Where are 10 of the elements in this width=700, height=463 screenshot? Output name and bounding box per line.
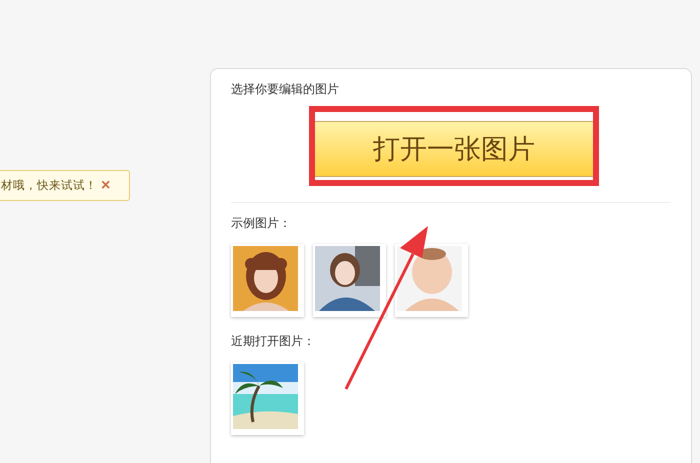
open-image-button[interactable]: 打开一张图片 — [315, 121, 593, 177]
section-label: 近期打开图片： — [231, 333, 316, 350]
thumbnail[interactable] — [313, 244, 386, 317]
tip-text: 材哦，快来试试！ — [1, 178, 97, 193]
section-label: 示例图片： — [231, 215, 292, 232]
thumbnail[interactable] — [395, 244, 468, 317]
close-button[interactable]: × — [101, 178, 110, 194]
card-title: 选择你要编辑的图片 — [231, 81, 340, 98]
thumbnail[interactable] — [231, 362, 304, 435]
thumbnail[interactable] — [231, 244, 304, 317]
